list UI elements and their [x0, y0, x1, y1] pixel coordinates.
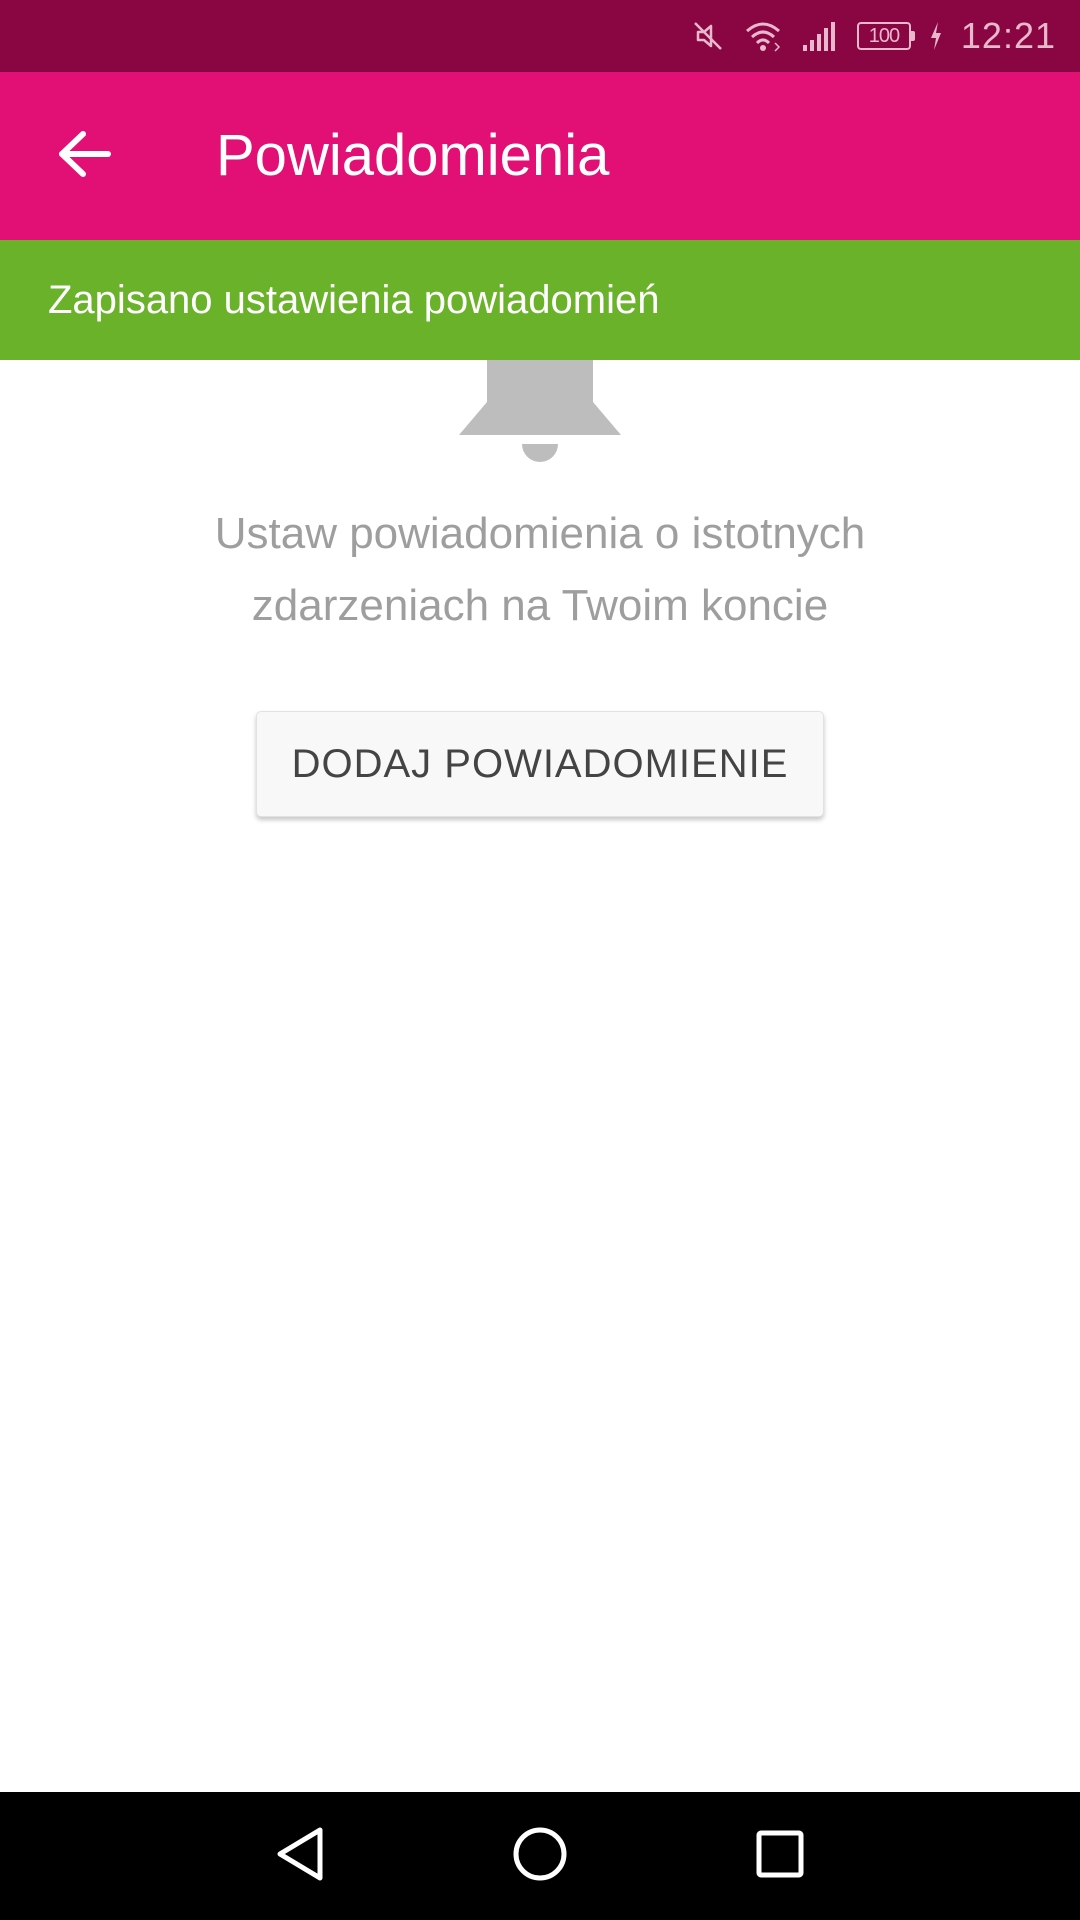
- back-triangle-icon: [274, 1826, 326, 1887]
- back-button[interactable]: [36, 112, 132, 200]
- nav-home-button[interactable]: [500, 1816, 580, 1896]
- battery-icon: 100: [856, 22, 915, 50]
- nav-recents-button[interactable]: [740, 1816, 820, 1896]
- add-notification-button[interactable]: DODAJ POWIADOMIENIE: [256, 711, 824, 817]
- clock: 12:21: [960, 15, 1056, 56]
- navigation-bar: [0, 1792, 1080, 1920]
- bell-icon: [459, 360, 621, 464]
- page-title: Powiadomienia: [216, 123, 610, 188]
- status-icons: 100 12:21: [691, 0, 1056, 72]
- success-banner: Zapisano ustawienia powiadomień: [0, 240, 1080, 360]
- banner-message: Zapisano ustawienia powiadomień: [48, 278, 660, 322]
- empty-state-message: Ustaw powiadomienia o istotnych zdarzeni…: [214, 509, 866, 630]
- app-bar: Powiadomienia: [0, 72, 1080, 240]
- nav-back-button[interactable]: [260, 1816, 340, 1896]
- signal-icon: [801, 19, 839, 53]
- recents-square-icon: [755, 1829, 805, 1884]
- battery-level: 100: [868, 24, 900, 47]
- charging-icon: [929, 21, 943, 51]
- wifi-icon: [743, 19, 783, 53]
- arrow-left-icon: [56, 129, 112, 184]
- status-bar: 100 12:21: [0, 0, 1080, 72]
- mute-icon: [691, 19, 725, 53]
- home-circle-icon: [512, 1826, 568, 1887]
